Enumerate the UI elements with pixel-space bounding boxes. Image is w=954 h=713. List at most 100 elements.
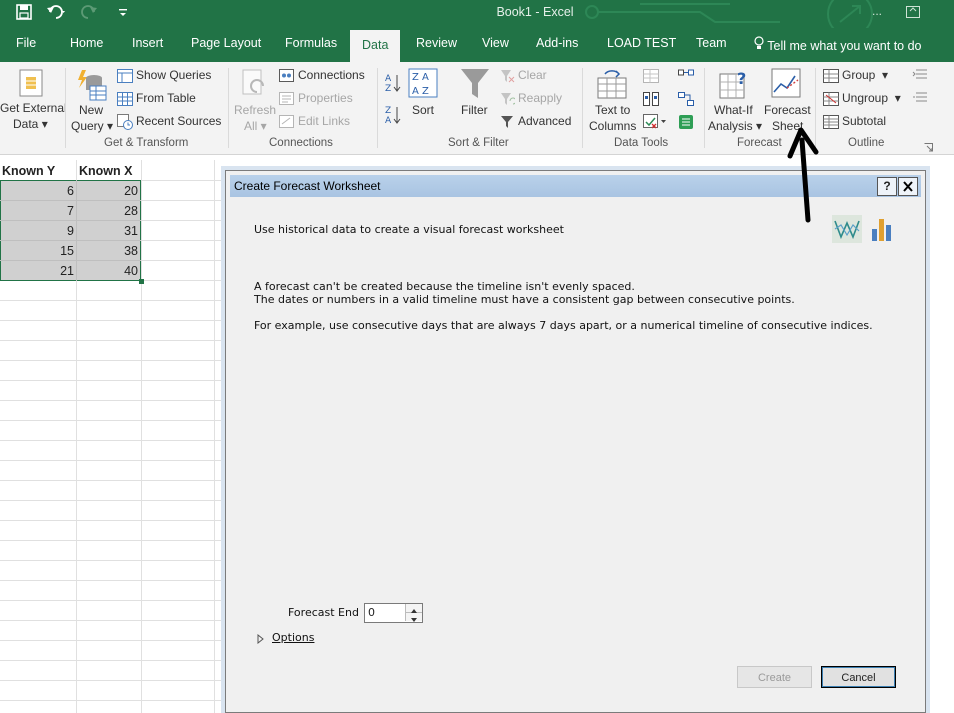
consolidate-icon[interactable]: [678, 69, 694, 86]
text-to-columns-button[interactable]: Text to: [595, 103, 630, 117]
relationships-icon[interactable]: [678, 92, 694, 109]
subtotal-icon: [823, 115, 839, 132]
spin-down-icon[interactable]: [405, 613, 422, 622]
show-queries-button[interactable]: Show Queries: [136, 68, 211, 82]
header-known-y[interactable]: Known Y: [2, 161, 74, 181]
sort-a-to-z-icon[interactable]: AZ: [385, 72, 401, 97]
from-table-button[interactable]: From Table: [136, 91, 196, 105]
hide-detail-icon[interactable]: [912, 92, 928, 107]
what-if-analysis-line2[interactable]: Analysis ▾: [708, 119, 762, 133]
line-chart-toggle[interactable]: [832, 215, 862, 243]
sort-icon: Z A A Z: [408, 68, 438, 101]
subtotal-button[interactable]: Subtotal: [842, 114, 886, 128]
sort-button[interactable]: Sort: [412, 103, 434, 117]
advanced-filter-icon: [500, 115, 515, 132]
show-detail-icon[interactable]: [912, 69, 928, 84]
help-button[interactable]: ?: [877, 177, 897, 196]
close-button[interactable]: [898, 177, 918, 196]
text-to-columns-line2[interactable]: Columns: [589, 119, 636, 133]
what-if-analysis-button[interactable]: What-If: [714, 103, 753, 117]
tab-page-layout[interactable]: Page Layout: [191, 36, 261, 50]
cell-y-1[interactable]: 6: [0, 181, 74, 201]
fill-handle[interactable]: [139, 279, 144, 284]
advanced-button[interactable]: Advanced: [518, 114, 571, 128]
tab-formulas[interactable]: Formulas: [285, 36, 337, 50]
cell-y-3[interactable]: 9: [0, 221, 74, 241]
clear-button[interactable]: Clear: [518, 68, 547, 82]
manage-data-model-icon[interactable]: [678, 114, 694, 133]
show-queries-icon: [117, 69, 133, 86]
flash-fill-icon[interactable]: [643, 69, 659, 86]
tab-file[interactable]: File: [16, 36, 36, 50]
text-to-columns-icon: [597, 68, 627, 103]
create-button[interactable]: Create: [737, 666, 812, 688]
cell-x-2[interactable]: 28: [77, 201, 138, 221]
ungroup-icon: [823, 92, 839, 109]
tab-review[interactable]: Review: [416, 36, 457, 50]
get-external-data-button[interactable]: Get External: [0, 101, 67, 115]
lightbulb-icon: [754, 36, 764, 53]
tab-team[interactable]: Team: [696, 36, 727, 50]
group-label-get-transform: Get & Transform: [104, 137, 189, 149]
forecast-end-input[interactable]: 0: [368, 606, 375, 619]
tab-view[interactable]: View: [482, 36, 509, 50]
cell-x-4[interactable]: 38: [77, 241, 138, 261]
filter-icon: [460, 68, 490, 103]
reapply-icon: [500, 92, 517, 109]
line-chart-icon: [834, 220, 860, 240]
tell-me-text: Tell me what you want to do: [767, 39, 922, 53]
tell-me-search[interactable]: Tell me what you want to do: [754, 36, 922, 53]
sort-z-to-a-icon[interactable]: ZA: [385, 104, 401, 129]
refresh-all-line2[interactable]: All ▾: [244, 119, 267, 133]
tab-add-ins[interactable]: Add-ins: [536, 36, 578, 50]
ungroup-button[interactable]: Ungroup ▾: [842, 91, 901, 105]
tab-load-test[interactable]: LOAD TEST: [607, 36, 676, 50]
new-query-line2[interactable]: Query ▾: [71, 119, 113, 133]
get-external-data-line2[interactable]: Data ▾: [13, 117, 48, 131]
connections-button[interactable]: Connections: [298, 68, 365, 82]
svg-text:Z: Z: [385, 106, 391, 116]
cell-y-5[interactable]: 21: [0, 261, 74, 281]
refresh-all-button[interactable]: Refresh: [234, 103, 276, 117]
annotation-arrow-icon: [787, 127, 819, 223]
group-label-connections: Connections: [269, 137, 333, 149]
forecast-sheet-button[interactable]: Forecast: [764, 103, 811, 117]
group-label-forecast: Forecast: [737, 137, 782, 149]
recent-sources-button[interactable]: Recent Sources: [136, 114, 221, 128]
group-button[interactable]: Group ▾: [842, 68, 888, 82]
window-more: ...: [872, 4, 883, 18]
reapply-button[interactable]: Reapply: [518, 91, 562, 105]
tab-home[interactable]: Home: [70, 36, 103, 50]
options-expand-icon[interactable]: [257, 633, 265, 647]
filter-button[interactable]: Filter: [461, 103, 488, 117]
create-forecast-dialog: Create Forecast Worksheet ? Use historic…: [225, 170, 926, 713]
ribbon-display-icon[interactable]: [906, 6, 920, 21]
tab-insert[interactable]: Insert: [132, 36, 163, 50]
spin-up-icon[interactable]: [405, 604, 422, 613]
edit-links-button[interactable]: Edit Links: [298, 114, 350, 128]
dialog-intro-text: Use historical data to create a visual f…: [254, 223, 564, 236]
properties-button[interactable]: Properties: [298, 91, 353, 105]
cell-y-2[interactable]: 7: [0, 201, 74, 221]
cell-x-1[interactable]: 20: [77, 181, 138, 201]
column-chart-toggle[interactable]: [870, 215, 894, 243]
error-message-2: The dates or numbers in a valid timeline…: [254, 293, 795, 306]
svg-text:Z A: Z A: [412, 72, 429, 83]
forecast-end-spinner[interactable]: 0: [364, 603, 423, 623]
what-if-analysis-icon: ?: [719, 68, 751, 103]
dialog-launcher-icon[interactable]: [924, 141, 933, 155]
tab-data[interactable]: Data: [350, 30, 400, 62]
cancel-button[interactable]: Cancel: [821, 666, 896, 688]
options-toggle[interactable]: Options: [272, 631, 314, 644]
header-known-x[interactable]: Known X: [79, 161, 139, 181]
new-query-icon: [76, 68, 108, 105]
svg-text:A: A: [385, 116, 392, 126]
new-query-button[interactable]: New: [79, 103, 103, 117]
group-label-data-tools: Data Tools: [614, 137, 669, 149]
remove-duplicates-icon[interactable]: [643, 92, 659, 109]
cell-y-4[interactable]: 15: [0, 241, 74, 261]
cell-x-5[interactable]: 40: [77, 261, 138, 281]
properties-icon: [279, 92, 294, 108]
cell-x-3[interactable]: 31: [77, 221, 138, 241]
data-validation-icon[interactable]: [643, 114, 667, 133]
